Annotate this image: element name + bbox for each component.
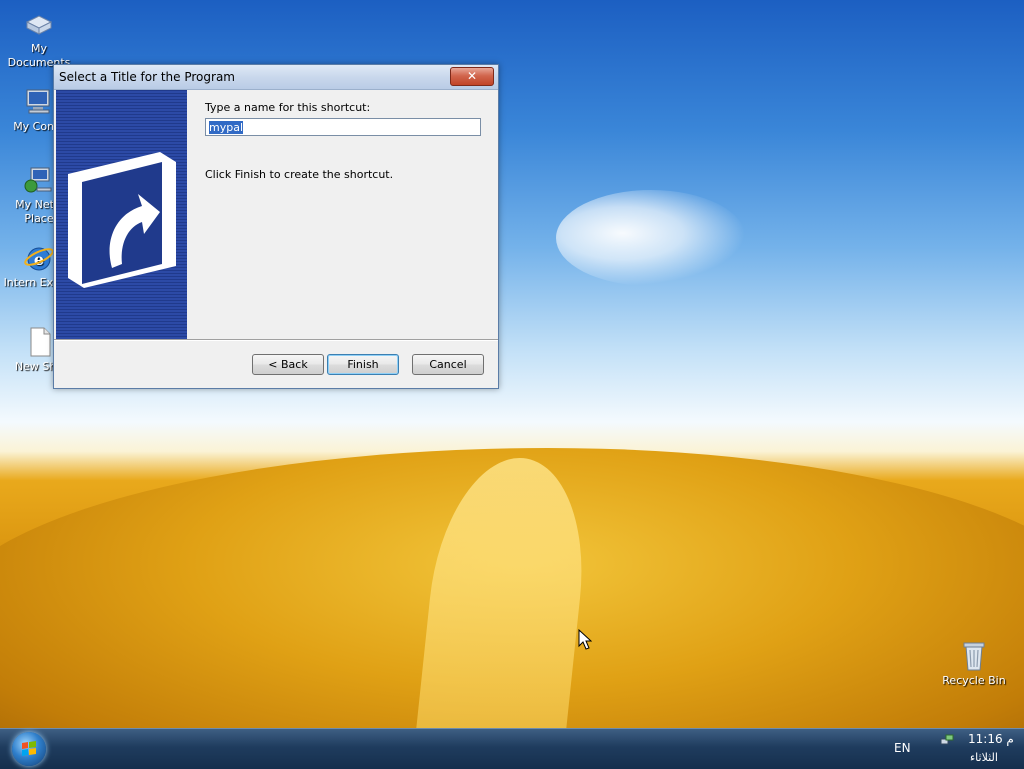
clock-time[interactable]: 11:16 م bbox=[968, 732, 1014, 746]
network-places-icon bbox=[24, 167, 52, 193]
desktop-icon-recycle-bin[interactable]: Recycle Bin bbox=[936, 640, 1012, 688]
clock-day: الثلاثاء bbox=[970, 751, 998, 764]
windows-logo-icon bbox=[22, 741, 36, 756]
cancel-button[interactable]: Cancel bbox=[412, 354, 484, 375]
shortcut-arrow-icon bbox=[68, 152, 176, 288]
my-computer-icon bbox=[26, 89, 50, 114]
dialog-title: Select a Title for the Program bbox=[59, 70, 235, 84]
close-icon: ✕ bbox=[466, 69, 478, 83]
finish-hint-text: Click Finish to create the shortcut. bbox=[205, 168, 394, 181]
new-shortcut-icon bbox=[30, 327, 51, 357]
finish-button[interactable]: Finish bbox=[327, 354, 399, 375]
my-documents-icon bbox=[25, 15, 53, 35]
desktop-icon-my-documents[interactable]: My Documents bbox=[1, 8, 77, 70]
desktop-icon-label: Recycle Bin bbox=[942, 674, 1006, 687]
back-button[interactable]: < Back bbox=[252, 354, 324, 375]
shortcut-wizard-dialog[interactable]: Select a Title for the Program ✕ Type a … bbox=[53, 64, 499, 389]
cloud bbox=[556, 190, 746, 286]
start-button[interactable] bbox=[12, 732, 46, 766]
shortcut-name-label: Type a name for this shortcut: bbox=[205, 101, 371, 114]
wizard-side-panel bbox=[56, 90, 187, 339]
internet-explorer-icon: e bbox=[24, 247, 54, 271]
taskbar[interactable]: EN 11:16 م الثلاثاء bbox=[0, 728, 1024, 769]
mouse-cursor-icon bbox=[578, 629, 592, 650]
dialog-titlebar[interactable]: Select a Title for the Program ✕ bbox=[54, 65, 498, 90]
wizard-content: Type a name for this shortcut: Click Fin… bbox=[188, 90, 496, 339]
close-button[interactable]: ✕ bbox=[450, 67, 494, 86]
network-tray-icon[interactable] bbox=[940, 733, 954, 747]
shortcut-name-input[interactable] bbox=[205, 118, 481, 136]
recycle-bin-icon bbox=[963, 642, 985, 671]
dialog-divider bbox=[54, 339, 498, 341]
language-indicator[interactable]: EN bbox=[894, 741, 911, 755]
